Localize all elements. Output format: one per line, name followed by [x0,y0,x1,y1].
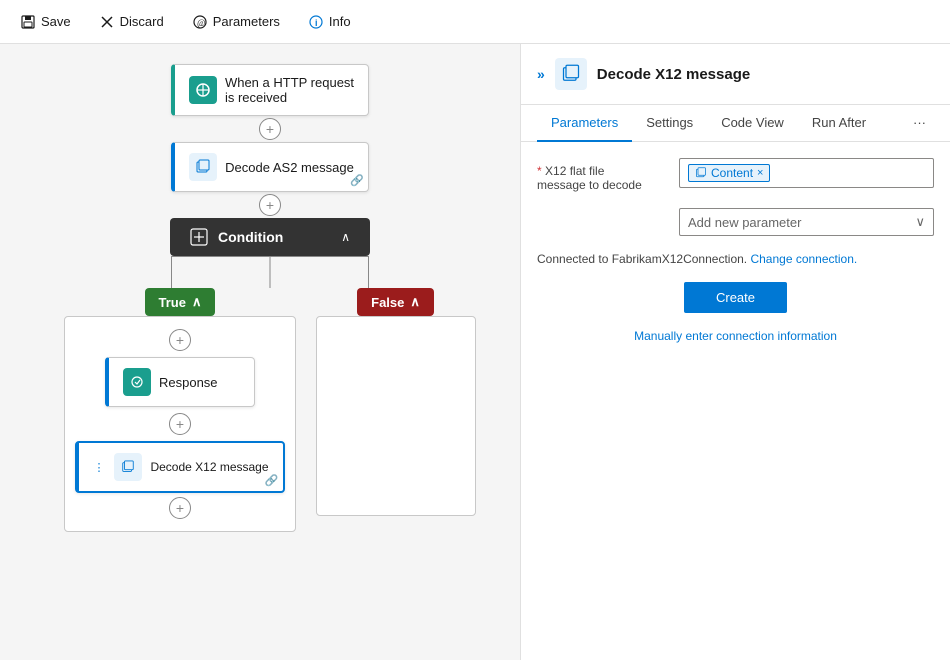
decode-x12-node[interactable]: ⋮ Decode X12 message 🔗 [75,441,284,493]
add-after-as2[interactable]: + [259,194,281,216]
svg-text:i: i [315,18,318,28]
add-parameter-placeholder: Add new parameter [688,215,801,230]
response-node[interactable]: Response [105,357,255,407]
panel-title: Decode X12 message [597,66,750,83]
true-branch-header[interactable]: True ∧ [145,288,216,316]
decode-x12-dots: ⋮ [93,461,104,474]
parameters-icon: @ [192,14,208,30]
false-branch: False ∧ [316,288,476,516]
condition-label: Condition [218,229,331,245]
response-icon [123,368,151,396]
condition-icon [190,228,208,246]
content-tag[interactable]: Content × [688,164,770,182]
x12-tag-input[interactable]: Content × [679,158,934,188]
dropdown-chevron: ∨ [915,214,925,230]
link-icon-as2: 🔗 [350,174,364,187]
tab-parameters[interactable]: Parameters [537,105,632,142]
false-branch-header[interactable]: False ∧ [357,288,434,316]
content-tag-close[interactable]: × [757,167,763,179]
tab-settings[interactable]: Settings [632,105,707,142]
discard-button[interactable]: Discard [95,12,168,32]
branch-lines [80,256,460,288]
decode-x12-label: Decode X12 message [150,460,268,474]
add-param-spacer [537,208,667,214]
http-icon [189,76,217,104]
save-icon [20,14,36,30]
decode-as2-label: Decode AS2 message [225,160,354,175]
toolbar: Save Discard @ Parameters i Info [0,0,950,44]
add-after-response[interactable]: + [169,413,191,435]
add-in-true-branch[interactable]: + [169,329,191,351]
add-after-http[interactable]: + [259,118,281,140]
decode-as2-node[interactable]: Decode AS2 message 🔗 [171,142,369,192]
x-icon [99,14,115,30]
right-panel: » Decode X12 message Parameters Settings… [520,44,950,660]
response-label: Response [159,375,218,390]
branch-row: True ∧ + Response + [64,288,475,532]
panel-body: * X12 flat filemessage to decode Content… [521,142,950,660]
x12-field-label: * X12 flat filemessage to decode [537,158,667,192]
tab-run-after[interactable]: Run After [798,105,880,142]
x12-required-star: * [537,164,545,178]
save-button[interactable]: Save [16,12,75,32]
panel-icon [555,58,587,90]
x12-field-control[interactable]: Content × [679,158,934,188]
decode-x12-icon [114,453,142,481]
condition-caret: ∧ [341,230,350,244]
condition-node[interactable]: Condition ∧ [170,218,370,256]
panel-header: » Decode X12 message [521,44,950,105]
false-branch-body [316,316,476,516]
true-branch: True ∧ + Response + [64,288,295,532]
flow-container: When a HTTP requestis received + Decode … [20,64,520,532]
tab-code-view[interactable]: Code View [707,105,798,142]
true-branch-body: + Response + ⋮ [64,316,295,532]
add-param-control[interactable]: Add new parameter ∨ [679,208,934,236]
link-icon-x12: 🔗 [265,474,279,487]
parameters-button[interactable]: @ Parameters [188,12,284,32]
connection-info: Connected to FabrikamX12Connection. Chan… [537,252,934,266]
content-tag-label: Content [711,166,753,180]
decode-as2-icon [189,153,217,181]
false-caret: ∧ [410,294,420,310]
true-caret: ∧ [192,294,202,310]
http-request-node[interactable]: When a HTTP requestis received [171,64,369,116]
x12-field-row: * X12 flat filemessage to decode Content… [537,158,934,192]
tag-icon [695,167,707,179]
panel-tabs: Parameters Settings Code View Run After … [521,105,950,142]
info-button[interactable]: i Info [304,12,355,32]
add-parameter-dropdown[interactable]: Add new parameter ∨ [679,208,934,236]
canvas: When a HTTP requestis received + Decode … [0,44,520,660]
change-connection-link[interactable]: Change connection. [750,252,857,266]
main-layout: When a HTTP requestis received + Decode … [0,44,950,660]
create-button[interactable]: Create [684,282,787,313]
svg-text:@: @ [197,18,205,28]
add-bottom-true[interactable]: + [169,497,191,519]
info-icon: i [308,14,324,30]
add-parameter-row: Add new parameter ∨ [537,208,934,236]
http-node-label: When a HTTP requestis received [225,75,354,105]
tab-more[interactable]: ··· [905,105,934,141]
manual-connection-link[interactable]: Manually enter connection information [537,329,934,343]
panel-collapse-button[interactable]: » [537,66,545,82]
